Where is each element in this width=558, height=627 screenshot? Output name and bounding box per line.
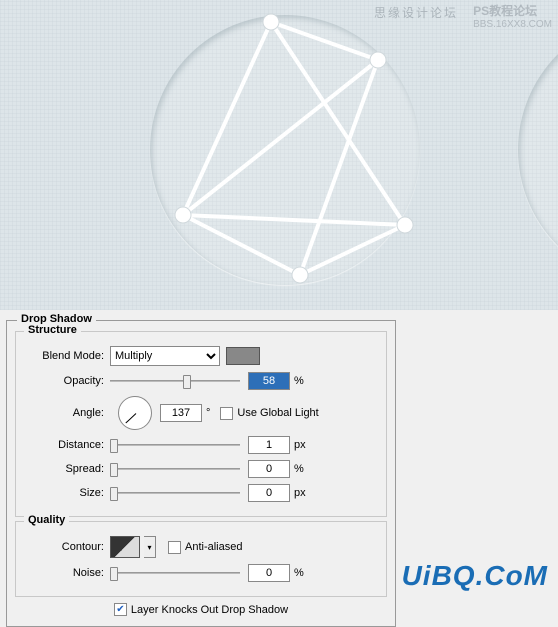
shadow-color-swatch[interactable] <box>226 347 260 365</box>
anti-aliased-label: Anti-aliased <box>185 541 242 553</box>
knockout-label: Layer Knocks Out Drop Shadow <box>131 604 288 616</box>
blend-mode-label: Blend Mode: <box>26 350 104 362</box>
opacity-unit: % <box>294 375 304 387</box>
site-logo: UiBQ.CoM <box>402 560 548 592</box>
size-unit: px <box>294 487 306 499</box>
blend-mode-select[interactable]: Multiply <box>110 346 220 366</box>
quality-fieldset: Quality Contour: ▾ Anti-aliased Noise: % <box>15 521 387 597</box>
structure-legend: Structure <box>24 324 81 336</box>
contour-label: Contour: <box>26 541 104 553</box>
node-graph <box>0 0 558 310</box>
noise-input[interactable] <box>248 564 290 582</box>
anti-aliased-checkbox[interactable] <box>168 541 181 554</box>
angle-dial[interactable] <box>118 396 152 430</box>
spread-input[interactable] <box>248 460 290 478</box>
noise-label: Noise: <box>26 567 104 579</box>
structure-fieldset: Structure Blend Mode: Multiply Opacity: … <box>15 331 387 517</box>
noise-slider[interactable] <box>110 565 240 581</box>
size-slider[interactable] <box>110 485 240 501</box>
contour-swatch[interactable] <box>110 536 140 558</box>
opacity-slider[interactable] <box>110 373 240 389</box>
design-canvas: 思缘设计论坛 PS教程论坛 BBS.16XX8.COM <box>0 0 558 310</box>
angle-label: Angle: <box>26 407 104 419</box>
angle-unit: ° <box>206 407 210 419</box>
global-light-label: Use Global Light <box>237 407 318 419</box>
distance-label: Distance: <box>26 439 104 451</box>
opacity-input[interactable] <box>248 372 290 390</box>
size-label: Size: <box>26 487 104 499</box>
quality-legend: Quality <box>24 514 69 526</box>
opacity-label: Opacity: <box>26 375 104 387</box>
spread-label: Spread: <box>26 463 104 475</box>
size-input[interactable] <box>248 484 290 502</box>
distance-input[interactable] <box>248 436 290 454</box>
contour-dropdown[interactable]: ▾ <box>144 536 156 558</box>
spread-unit: % <box>294 463 304 475</box>
distance-slider[interactable] <box>110 437 240 453</box>
angle-input[interactable] <box>160 404 202 422</box>
drop-shadow-panel: Drop Shadow Structure Blend Mode: Multip… <box>6 320 396 627</box>
global-light-checkbox[interactable] <box>220 407 233 420</box>
spread-slider[interactable] <box>110 461 240 477</box>
knockout-checkbox[interactable]: ✔ <box>114 603 127 616</box>
distance-unit: px <box>294 439 306 451</box>
noise-unit: % <box>294 567 304 579</box>
